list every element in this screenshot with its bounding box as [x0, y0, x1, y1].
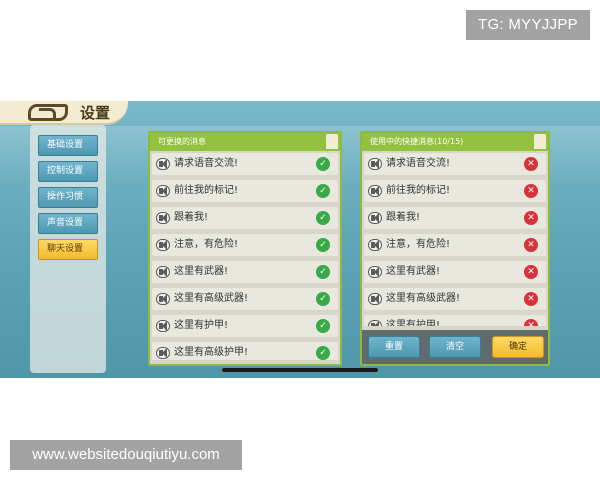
list-item[interactable]: 跟着我! ✕: [364, 207, 546, 229]
list-item[interactable]: 这里有武器! ✓: [152, 261, 338, 283]
settings-sidebar: 基础设置 控制设置 操作习惯 声音设置 聊天设置: [30, 125, 106, 373]
panel-tab-icon: [326, 134, 338, 149]
remove-x-icon[interactable]: ✕: [524, 319, 538, 326]
list-item[interactable]: 跟着我! ✓: [152, 207, 338, 229]
speaker-icon: [368, 212, 382, 224]
speaker-icon: [156, 185, 170, 197]
message-label: 这里有武器!: [174, 266, 229, 277]
reset-button[interactable]: 重置: [368, 336, 420, 358]
sidebar-item-controls[interactable]: 控制设置: [38, 161, 98, 182]
home-indicator[interactable]: [222, 368, 378, 372]
speaker-icon: [156, 320, 170, 332]
remove-x-icon[interactable]: ✕: [524, 238, 538, 252]
message-label: 前往我的标记!: [174, 185, 239, 196]
active-messages-panel: 使用中的快捷消息(10/15) 请求语音交流! ✕ 前往我的标记! ✕ 跟着我!…: [360, 131, 550, 366]
add-check-icon[interactable]: ✓: [316, 265, 330, 279]
message-label: 这里有护甲!: [174, 320, 229, 331]
message-label: 前往我的标记!: [386, 185, 451, 196]
remove-x-icon[interactable]: ✕: [524, 157, 538, 171]
clear-button[interactable]: 清空: [429, 336, 481, 358]
available-messages-list[interactable]: 请求语音交流! ✓ 前往我的标记! ✓ 跟着我! ✓ 注意，有危险! ✓ 这里有…: [152, 153, 338, 360]
sidebar-item-sound[interactable]: 声音设置: [38, 213, 98, 234]
message-label: 这里有护甲!: [386, 320, 441, 326]
action-bar: 重置 清空 确定: [362, 330, 548, 364]
sidebar-item-chat[interactable]: 聊天设置: [38, 239, 98, 260]
message-label: 这里有高级武器!: [174, 293, 249, 304]
available-messages-panel: 可更换的消息 请求语音交流! ✓ 前往我的标记! ✓ 跟着我! ✓ 注意，有危险…: [148, 131, 342, 366]
list-item[interactable]: 注意，有危险! ✓: [152, 234, 338, 256]
speaker-icon: [156, 239, 170, 251]
list-item[interactable]: 这里有护甲! ✓: [152, 315, 338, 337]
speaker-icon: [368, 293, 382, 305]
remove-x-icon[interactable]: ✕: [524, 211, 538, 225]
sidebar-item-basic[interactable]: 基础设置: [38, 135, 98, 156]
list-item[interactable]: 这里有武器! ✕: [364, 261, 546, 283]
add-check-icon[interactable]: ✓: [316, 238, 330, 252]
back-logo-icon[interactable]: [28, 104, 68, 121]
game-settings-screen: 设置 基础设置 控制设置 操作习惯 声音设置 聊天设置 可更换的消息 请求语音交…: [0, 101, 600, 378]
message-label: 请求语音交流!: [386, 158, 451, 169]
list-item[interactable]: 前往我的标记! ✓: [152, 180, 338, 202]
list-item[interactable]: 这里有高级护甲! ✓: [152, 342, 338, 360]
add-check-icon[interactable]: ✓: [316, 319, 330, 333]
speaker-icon: [368, 185, 382, 197]
list-item[interactable]: 这里有高级武器! ✕: [364, 288, 546, 310]
speaker-icon: [368, 266, 382, 278]
message-label: 跟着我!: [174, 212, 209, 223]
message-label: 请求语音交流!: [174, 158, 239, 169]
speaker-icon: [156, 347, 170, 359]
add-check-icon[interactable]: ✓: [316, 157, 330, 171]
speaker-icon: [368, 158, 382, 170]
list-item[interactable]: 这里有高级武器! ✓: [152, 288, 338, 310]
list-item[interactable]: 请求语音交流! ✕: [364, 153, 546, 175]
list-item[interactable]: 注意，有危险! ✕: [364, 234, 546, 256]
watermark-bottom: www.websitedouqiutiyu.com: [10, 440, 242, 470]
message-label: 跟着我!: [386, 212, 421, 223]
list-item[interactable]: 这里有护甲! ✕: [364, 315, 546, 326]
panel-tab-icon: [534, 134, 546, 149]
list-item[interactable]: 请求语音交流! ✓: [152, 153, 338, 175]
remove-x-icon[interactable]: ✕: [524, 184, 538, 198]
watermark-top: TG: MYYJJPP: [466, 10, 590, 40]
speaker-icon: [156, 212, 170, 224]
add-check-icon[interactable]: ✓: [316, 211, 330, 225]
speaker-icon: [156, 266, 170, 278]
active-messages-list[interactable]: 请求语音交流! ✕ 前往我的标记! ✕ 跟着我! ✕ 注意，有危险! ✕ 这里有…: [364, 153, 546, 326]
add-check-icon[interactable]: ✓: [316, 292, 330, 306]
add-check-icon[interactable]: ✓: [316, 184, 330, 198]
active-messages-title: 使用中的快捷消息(10/15): [362, 133, 548, 151]
title-banner: 设置: [0, 101, 128, 125]
page-title: 设置: [80, 104, 111, 122]
available-messages-title: 可更换的消息: [150, 133, 340, 151]
sidebar-item-habits[interactable]: 操作习惯: [38, 187, 98, 208]
add-check-icon[interactable]: ✓: [316, 346, 330, 360]
message-label: 这里有高级武器!: [386, 293, 461, 304]
message-label: 这里有武器!: [386, 266, 441, 277]
speaker-icon: [156, 293, 170, 305]
remove-x-icon[interactable]: ✕: [524, 265, 538, 279]
message-label: 注意，有危险!: [386, 239, 451, 250]
speaker-icon: [368, 320, 382, 326]
message-label: 注意，有危险!: [174, 239, 239, 250]
remove-x-icon[interactable]: ✕: [524, 292, 538, 306]
speaker-icon: [156, 158, 170, 170]
confirm-button[interactable]: 确定: [492, 336, 544, 358]
list-item[interactable]: 前往我的标记! ✕: [364, 180, 546, 202]
message-label: 这里有高级护甲!: [174, 347, 249, 358]
speaker-icon: [368, 239, 382, 251]
